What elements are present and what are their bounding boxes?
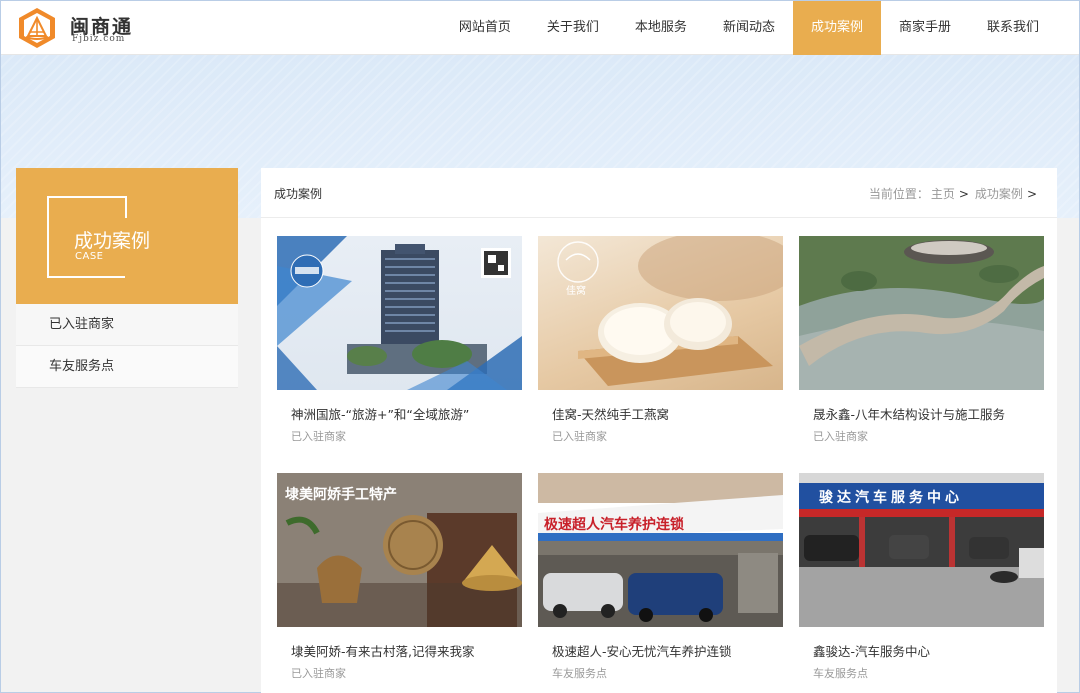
case-title[interactable]: 神洲国旅-“旅游+”和“全域旅游” — [277, 404, 522, 423]
case-card[interactable]: 埭美阿娇手工特产 埭美阿娇-有来古村落,记得来我家 已入驻商家 — [277, 473, 522, 681]
main-nav: 网站首页 关于我们 本地服务 新闻动态 成功案例 商家手册 联系我们 — [441, 1, 1079, 55]
breadcrumb-home[interactable]: 主页 — [931, 187, 955, 201]
case-image-caption: 骏达汽车服务中心 — [819, 489, 963, 506]
nav-news[interactable]: 新闻动态 — [705, 1, 793, 55]
logo-icon — [19, 8, 55, 48]
sidebar-item-car-service-points[interactable]: 车友服务点 — [16, 346, 238, 388]
nav-contact[interactable]: 联系我们 — [969, 1, 1079, 55]
breadcrumb-current[interactable]: 成功案例 — [975, 187, 1023, 201]
nav-about[interactable]: 关于我们 — [529, 1, 617, 55]
breadcrumb-prefix: 当前位置： — [868, 187, 929, 201]
sidebar-header: 成功案例 CASE — [16, 168, 238, 304]
case-image-car-care-shop[interactable]: 极速超人汽车养护连锁 — [538, 473, 783, 627]
sidebar-subtitle: CASE — [75, 251, 104, 262]
case-image-caption: 佳窝 — [566, 284, 586, 297]
breadcrumb-separator: > — [1026, 187, 1037, 201]
case-image-landscape-architecture[interactable] — [799, 236, 1044, 390]
site-logo[interactable]: 闽商通 Fjbiz.com — [16, 6, 156, 50]
main-panel: 成功案例 当前位置： 主页 > 成功案例 > 神洲国旅-“旅游+”和“全域旅游”… — [261, 168, 1057, 693]
case-category: 已入驻商家 — [552, 430, 607, 443]
case-category: 车友服务点 — [813, 667, 868, 680]
nav-merchant-manual[interactable]: 商家手册 — [881, 1, 969, 55]
case-image-birds-nest[interactable]: 佳窝 — [538, 236, 783, 390]
case-category: 已入驻商家 — [813, 430, 868, 443]
section-title: 成功案例 — [274, 187, 323, 201]
case-image-handcraft-baskets[interactable]: 埭美阿娇手工特产 — [277, 473, 522, 627]
case-image-office-building[interactable] — [277, 236, 522, 390]
main-header: 成功案例 当前位置： 主页 > 成功案例 > — [261, 168, 1057, 218]
case-card[interactable]: 神洲国旅-“旅游+”和“全域旅游” 已入驻商家 — [277, 236, 522, 444]
case-image-caption: 极速超人汽车养护连锁 — [544, 516, 684, 533]
case-category: 车友服务点 — [552, 667, 607, 680]
case-title[interactable]: 佳窝-天然纯手工燕窝 — [538, 404, 783, 423]
sidebar-title: 成功案例 — [74, 230, 151, 252]
sidebar-item-merchants[interactable]: 已入驻商家 — [16, 304, 238, 346]
case-card[interactable]: 晟永鑫-八年木结构设计与施工服务 已入驻商家 — [799, 236, 1044, 444]
case-image-car-service-center[interactable]: 骏达汽车服务中心 — [799, 473, 1044, 627]
case-title[interactable]: 极速超人-安心无忧汽车养护连锁 — [538, 641, 783, 660]
case-card[interactable]: 极速超人汽车养护连锁 极速超人-安心无忧汽车养护连锁 车友服务点 — [538, 473, 783, 681]
nav-local-services[interactable]: 本地服务 — [617, 1, 705, 55]
nav-home[interactable]: 网站首页 — [441, 1, 529, 55]
breadcrumb-separator: > — [958, 187, 969, 201]
case-category: 已入驻商家 — [291, 430, 346, 443]
nav-cases[interactable]: 成功案例 — [792, 1, 881, 55]
sidebar: 成功案例 CASE 已入驻商家 车友服务点 — [16, 168, 238, 388]
breadcrumb: 当前位置： 主页 > 成功案例 > — [867, 185, 1041, 202]
site-header: 闽商通 Fjbiz.com 网站首页 关于我们 本地服务 新闻动态 成功案例 商… — [1, 1, 1079, 55]
case-title[interactable]: 晟永鑫-八年木结构设计与施工服务 — [799, 404, 1044, 423]
case-image-caption: 埭美阿娇手工特产 — [285, 486, 397, 503]
case-title[interactable]: 鑫骏达-汽车服务中心 — [799, 641, 1044, 660]
case-title[interactable]: 埭美阿娇-有来古村落,记得来我家 — [277, 641, 522, 660]
case-card[interactable]: 佳窝 佳窝-天然纯手工燕窝 已入驻商家 — [538, 236, 783, 444]
case-category: 已入驻商家 — [291, 667, 346, 680]
brand-domain: Fjbiz.com — [72, 34, 126, 44]
case-card[interactable]: 骏达汽车服务中心 鑫骏达-汽车服务中心 车友服务点 — [799, 473, 1044, 681]
